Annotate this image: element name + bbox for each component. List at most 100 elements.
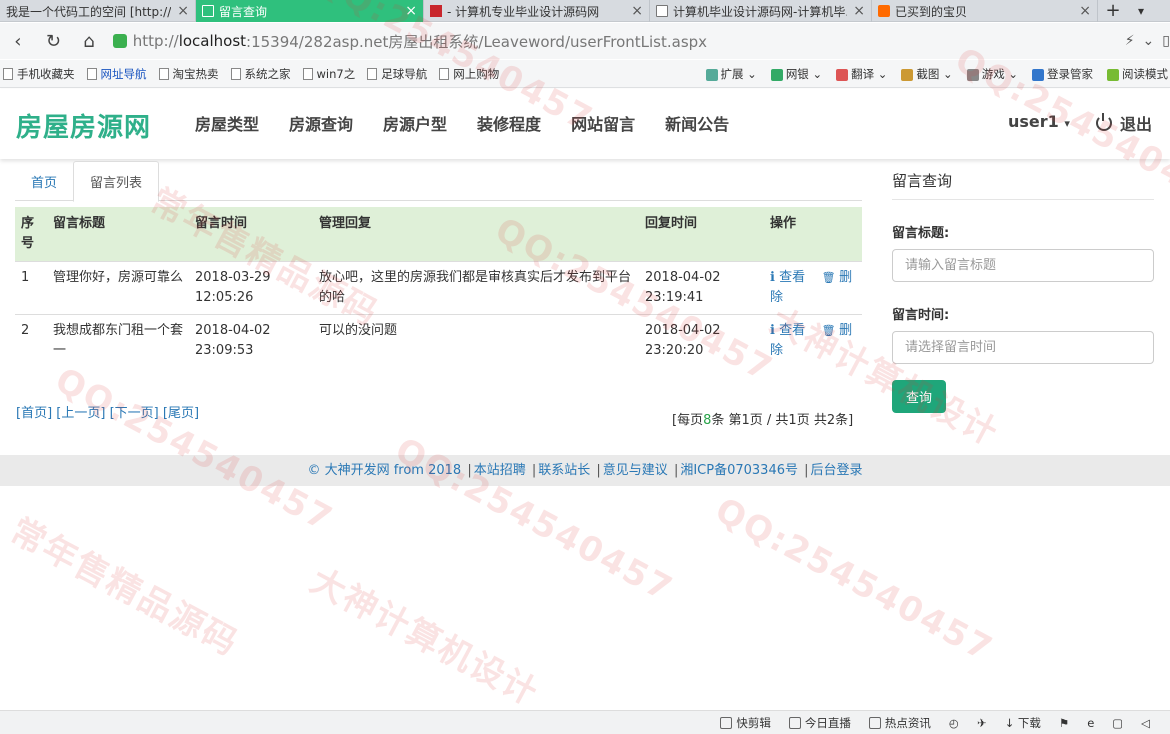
site-logo[interactable]: 房屋房源网 [16, 107, 151, 144]
flag-icon[interactable]: ⚑ [1059, 716, 1069, 730]
footer-link-jobs[interactable]: 本站招聘 [474, 463, 526, 478]
site-footer: © 大神开发网 from 2018 | 本站招聘 | 联系站长 | 意见与建议 | 湘I… [0, 455, 1170, 486]
close-icon[interactable]: × [1079, 3, 1091, 19]
bookmark-item[interactable]: 手机收藏夹 [3, 66, 75, 82]
reading-mode-button[interactable]: 阅读模式 [1107, 66, 1168, 82]
ie-icon[interactable]: e [1087, 716, 1094, 730]
user-menu[interactable]: user1 ▾ [1008, 112, 1070, 131]
chevron-down-icon[interactable]: ▾ [1128, 0, 1154, 21]
main-nav: 房屋类型 房源查询 房源户型 装修程度 网站留言 新闻公告 [195, 111, 759, 135]
close-icon[interactable]: × [177, 3, 189, 19]
back-arrow-icon[interactable]: ‹ [0, 23, 36, 59]
tab-message-list[interactable]: 留言列表 [73, 161, 160, 202]
bookmark-item[interactable]: win7之 [302, 66, 355, 82]
cell-actions: 查看 删除 [764, 261, 862, 315]
logout-button[interactable]: 退出 [1096, 111, 1152, 135]
bookmark-icon [158, 67, 169, 80]
document-icon [202, 5, 214, 17]
footer-link-icp[interactable]: 湘ICP备0703346号 [680, 463, 798, 478]
footer-copyright: © 大神开发网 from 2018 [307, 463, 462, 478]
speed-icon[interactable]: ◴ [949, 716, 959, 730]
footer-link-admin-login[interactable]: 后台登录 [811, 463, 863, 478]
extension-button[interactable]: 扩展 ⌄ [705, 66, 757, 82]
plane-icon[interactable]: ✈ [977, 716, 987, 730]
time-search-input[interactable] [892, 331, 1154, 364]
chevron-down-icon[interactable]: ⌄ [1143, 33, 1155, 49]
nav-messages[interactable]: 网站留言 [571, 111, 635, 135]
games-button[interactable]: 游戏 ⌄ [966, 66, 1018, 82]
browser-tab[interactable]: 已买到的宝贝 × [872, 0, 1098, 22]
title-search-input[interactable] [892, 249, 1154, 282]
watermark-text: QQ:254540457 [708, 489, 1000, 671]
nav-house-search[interactable]: 房源查询 [289, 111, 353, 135]
table-row: 1 管理你好，房源可靠么 2018-03-29 12:05:26 放心吧，这里的… [15, 261, 862, 315]
bookmark-icon [367, 67, 378, 80]
close-icon[interactable]: × [631, 3, 643, 19]
browser-tab-active[interactable]: 留言查询 × [196, 0, 424, 22]
play-icon [720, 717, 733, 729]
bookmark-icon [230, 67, 241, 80]
download-button[interactable]: ↓ 下载 [1005, 715, 1041, 731]
view-link[interactable]: 查看 [770, 270, 805, 285]
watermark-text: 常年售精品源码 [3, 510, 245, 665]
footer-link-contact[interactable]: 联系站长 [538, 463, 590, 478]
translate-button[interactable]: 翻译 ⌄ [836, 66, 887, 82]
nav-news[interactable]: 新闻公告 [665, 111, 729, 135]
cell-reply: 可以的没问题 [313, 314, 639, 367]
bookmark-item[interactable]: 网上购物 [439, 66, 499, 82]
footer-link-feedback[interactable]: 意见与建议 [603, 463, 668, 478]
browser-tab[interactable]: 计算机毕业设计源码网-计算机毕... × [650, 0, 872, 22]
key-icon [1032, 68, 1044, 81]
pager-next[interactable]: [下一页] [110, 406, 159, 421]
screenshot-button[interactable]: 截图 ⌄ [901, 66, 953, 82]
power-icon [1096, 113, 1112, 131]
browser-tab[interactable]: - 计算机专业毕业设计源码网 × [424, 0, 650, 22]
url-field[interactable]: http://localhost:15394/282asp.net房屋出租系统/… [112, 28, 1121, 54]
address-actions: ⚡ ⌄ ▯ [1125, 33, 1170, 49]
reload-icon[interactable]: ↻ [36, 23, 72, 59]
address-bar: ‹ ↻ ⌂ http://localhost:15394/282asp.net房… [0, 23, 1170, 59]
table-row: 2 我想成都东门租一个套一 2018-04-02 23:09:53 可以的没问题… [15, 314, 862, 367]
bookmark-item[interactable]: 系统之家 [230, 66, 291, 82]
new-tab-button[interactable]: + [1098, 0, 1128, 21]
browser-tab-bar: 我是一个代码工的空间 [http://... × 留言查询 × - 计算机专业毕… [0, 0, 1170, 22]
nav-house-layout[interactable]: 房源户型 [383, 111, 447, 135]
bookmark-item[interactable]: 淘宝热卖 [158, 66, 219, 82]
nav-decoration[interactable]: 装修程度 [477, 111, 541, 135]
device-icon[interactable]: ▯ [1162, 33, 1170, 49]
quick-clip-button[interactable]: 快剪辑 [720, 715, 771, 731]
bookmark-icon [439, 67, 450, 80]
book-icon [1107, 68, 1119, 81]
scissors-icon [901, 68, 914, 81]
hot-news-button[interactable]: 热点资讯 [868, 715, 931, 731]
pager-first[interactable]: [首页] [16, 406, 52, 421]
speed-icon[interactable]: ⚡ [1125, 33, 1135, 49]
close-icon[interactable]: × [405, 3, 417, 19]
bookmark-item[interactable]: 网址导航 [86, 66, 147, 82]
cell-title: 管理你好，房源可靠么 [47, 261, 189, 315]
title-label: 留言标题: [892, 226, 950, 241]
bookmark-item[interactable]: 足球导航 [367, 66, 427, 82]
home-icon[interactable]: ⌂ [71, 23, 107, 59]
tab-home[interactable]: 首页 [15, 161, 73, 201]
login-manager-button[interactable]: 登录管家 [1032, 66, 1093, 82]
cell-title: 我想成都东门租一个套一 [47, 314, 189, 367]
translate-icon [836, 68, 849, 81]
bank-icon [770, 68, 783, 81]
bookmark-icon [302, 67, 313, 80]
close-icon[interactable]: × [853, 3, 865, 19]
pager-prev[interactable]: [上一页] [56, 406, 105, 421]
window-icon[interactable]: ▢ [1112, 716, 1123, 730]
view-link[interactable]: 查看 [770, 323, 805, 338]
pager-last[interactable]: [尾页] [163, 406, 199, 421]
browser-tab[interactable]: 我是一个代码工的空间 [http://... × [0, 0, 196, 22]
nav-house-type[interactable]: 房屋类型 [195, 111, 259, 135]
toolbar-extensions: 扩展 ⌄ 网银 ⌄ 翻译 ⌄ 截图 ⌄ 游戏 ⌄ 登录管家 阅读模式 [705, 60, 1170, 88]
live-button[interactable]: 今日直播 [788, 715, 851, 731]
volume-icon[interactable]: ◁ [1141, 716, 1150, 730]
table-header-row: 序号 留言标题 留言时间 管理回复 回复时间 操作 [15, 207, 862, 262]
bank-button[interactable]: 网银 ⌄ [770, 66, 822, 82]
query-button[interactable]: 查询 [892, 380, 946, 413]
site-header: 房屋房源网 房屋类型 房源查询 房源户型 装修程度 网站留言 新闻公告 user… [0, 89, 1170, 159]
search-panel: 留言查询 留言标题: 留言时间: 查询 [892, 170, 1154, 413]
